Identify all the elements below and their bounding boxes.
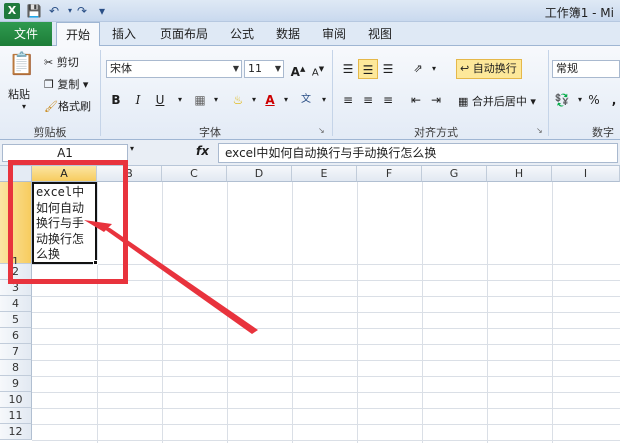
annotation-arrow-shaft	[100, 226, 258, 334]
annotation-arrow	[84, 220, 258, 334]
